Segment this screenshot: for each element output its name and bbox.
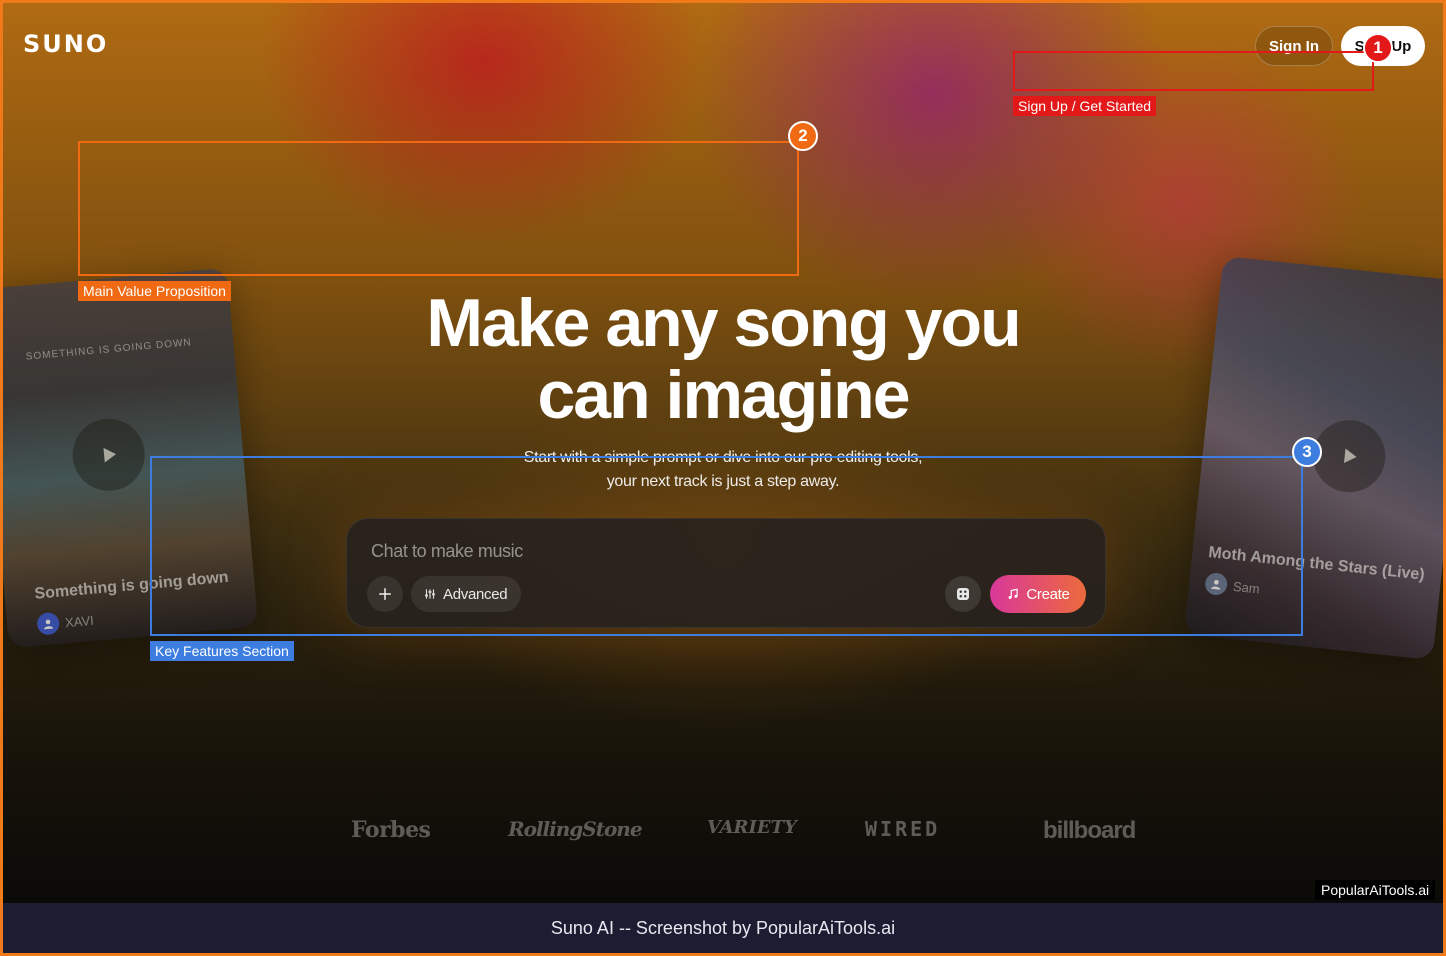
avatar-icon [36, 611, 61, 636]
watermark: PopularAiTools.ai [1315, 880, 1436, 900]
suno-logo[interactable]: SUNO [23, 30, 108, 58]
annotation-box-features [150, 456, 1303, 636]
annotation-label-signup: Sign Up / Get Started [1013, 96, 1157, 116]
hero-headline: Make any song you can imagine [426, 285, 1021, 433]
screenshot-frame: SUNO Sign In Sign Up SOMETHING IS GOING … [0, 0, 1446, 956]
annotation-badge-3: 3 [1292, 437, 1322, 467]
play-icon[interactable] [1309, 416, 1389, 496]
annotation-label-features: Key Features Section [150, 641, 294, 661]
card-cover-text: SOMETHING IS GOING DOWN [25, 337, 193, 363]
variety-logo: VARIETY [707, 817, 797, 838]
footer-caption: Suno AI -- Screenshot by PopularAiTools.… [3, 903, 1443, 953]
wired-logo: WIRED [865, 817, 941, 841]
forbes-logo: Forbes [351, 817, 431, 843]
play-icon[interactable] [69, 415, 148, 494]
rolling-stone-logo: RollingStone [508, 817, 643, 841]
annotation-label-value-prop: Main Value Proposition [78, 281, 231, 301]
song-artist: XAVI [36, 609, 94, 636]
annotation-box-value-prop [78, 141, 799, 276]
annotation-badge-1: 1 [1363, 33, 1393, 63]
annotation-box-signup [1013, 51, 1374, 91]
annotation-badge-2: 2 [788, 121, 818, 151]
billboard-logo: billboard [1043, 817, 1136, 844]
song-artist-name: XAVI [64, 612, 95, 630]
